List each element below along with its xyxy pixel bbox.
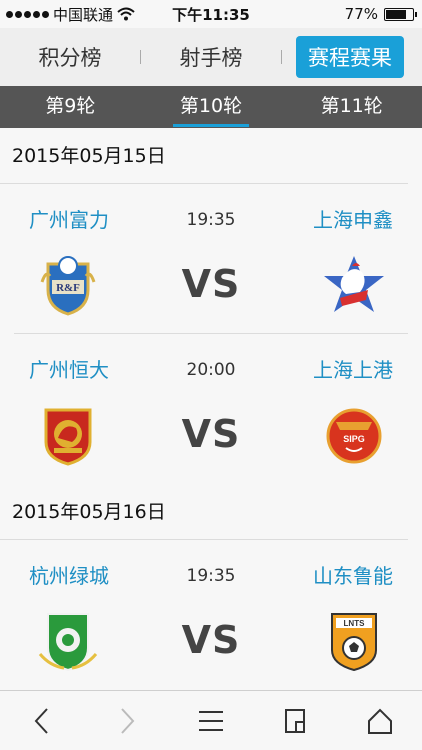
chevron-right-icon xyxy=(120,707,134,734)
tabs-button[interactable] xyxy=(275,701,315,741)
chevron-left-icon xyxy=(34,707,48,734)
shenxin-crest-icon xyxy=(324,256,384,312)
match-list[interactable]: 2015年05月15日 广州富力 19:35 上海申鑫 R&F VS 广州恒大 … xyxy=(0,128,422,690)
tab-scorers[interactable]: 射手榜 xyxy=(141,42,281,72)
battery-percent: 77% xyxy=(344,5,378,23)
match-item[interactable]: 杭州绿城 19:35 山东鲁能 VS LNTS xyxy=(14,540,408,690)
home-button[interactable] xyxy=(360,701,400,741)
tab-divider xyxy=(281,50,282,64)
away-team-name: 上海申鑫 xyxy=(313,208,393,232)
status-bar: 中国联通 下午11:35 77% xyxy=(0,0,422,28)
back-button[interactable] xyxy=(22,701,62,741)
luneng-crest-icon: LNTS xyxy=(331,613,377,672)
round-tab-11[interactable]: 第11轮 xyxy=(281,86,422,128)
tab-standings[interactable]: 积分榜 xyxy=(0,42,140,72)
away-team-name: 山东鲁能 xyxy=(313,564,393,588)
match-item[interactable]: 广州恒大 20:00 上海上港 VS SIPG xyxy=(14,334,408,484)
round-selector: 第9轮 第10轮 第11轮 xyxy=(0,86,422,128)
forward-button[interactable] xyxy=(107,701,147,741)
tab-fixtures-results[interactable]: 赛程赛果 xyxy=(296,36,404,78)
battery-icon xyxy=(384,7,417,21)
sipg-crest-icon: SIPG xyxy=(326,408,382,464)
top-tab-bar: 积分榜 射手榜 赛程赛果 xyxy=(0,28,422,86)
battery-info: 77% xyxy=(344,5,417,23)
round-tab-9[interactable]: 第9轮 xyxy=(0,86,141,128)
hamburger-icon xyxy=(198,710,223,731)
svg-text:LNTS: LNTS xyxy=(344,619,366,628)
match-item[interactable]: 广州富力 19:35 上海申鑫 R&F VS xyxy=(14,184,408,334)
tabs-icon xyxy=(285,708,306,733)
svg-text:SIPG: SIPG xyxy=(343,434,365,444)
away-team-name: 上海上港 xyxy=(313,358,393,382)
menu-button[interactable] xyxy=(191,701,231,741)
date-header: 2015年05月15日 xyxy=(0,128,408,184)
home-icon xyxy=(367,708,392,734)
browser-toolbar xyxy=(0,690,422,750)
date-header: 2015年05月16日 xyxy=(0,484,408,540)
round-tab-10[interactable]: 第10轮 xyxy=(141,86,282,128)
